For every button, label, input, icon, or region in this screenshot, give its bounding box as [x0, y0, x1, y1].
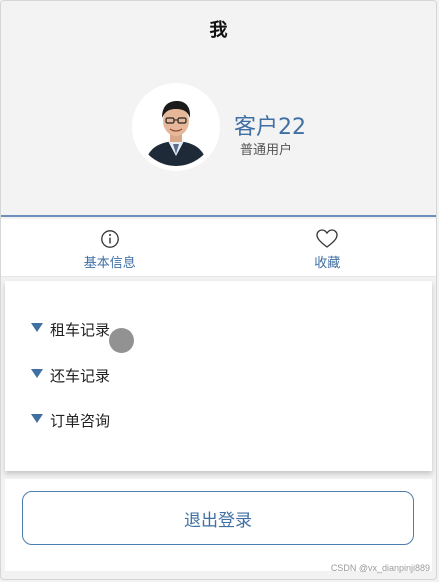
menu-item-label: 订单咨询 [50, 412, 111, 430]
tab-basic-info-label: 基本信息 [83, 256, 136, 271]
profile-tabs: 基本信息 收藏 [1, 219, 436, 277]
logout-button-label: 退出登录 [184, 510, 252, 531]
logout-button[interactable]: 退出登录 [22, 491, 414, 545]
watermark: CSDN @vx_dianpinji889 [330, 563, 430, 573]
title-bar: 我 [1, 1, 436, 57]
menu-item-rental-records[interactable]: 租车记录 [31, 319, 110, 340]
menu-item-label: 还车记录 [50, 367, 111, 385]
triangle-down-icon [31, 414, 43, 423]
avatar[interactable] [137, 88, 215, 166]
tab-favorites[interactable]: 收藏 [219, 219, 437, 276]
triangle-down-icon [31, 323, 43, 332]
record-menu: 租车记录 还车记录 订单咨询 [5, 281, 432, 471]
menu-item-order-inquiry[interactable]: 订单咨询 [31, 410, 110, 431]
profile-section: 客户22 普通用户 [1, 57, 436, 217]
heart-icon [316, 229, 338, 248]
logout-section: 退出登录 [5, 479, 432, 571]
user-photo-avatar-icon [137, 88, 215, 166]
touch-cursor-indicator [109, 328, 134, 353]
menu-item-label: 租车记录 [50, 321, 111, 339]
username: 客户22 [234, 115, 306, 140]
user-type-label: 普通用户 [240, 143, 293, 158]
page-title: 我 [209, 20, 228, 41]
tab-basic-info[interactable]: 基本信息 [1, 219, 219, 276]
app-frame: 我 客户22 普通用户 基本信息 收藏 租车记录 还车记录 订单咨询 退出登录 … [0, 0, 437, 580]
info-circle-icon [100, 230, 119, 248]
avatar-frame [132, 83, 220, 171]
menu-item-return-records[interactable]: 还车记录 [31, 365, 110, 386]
tab-favorites-label: 收藏 [314, 256, 341, 271]
triangle-down-icon [31, 369, 43, 378]
